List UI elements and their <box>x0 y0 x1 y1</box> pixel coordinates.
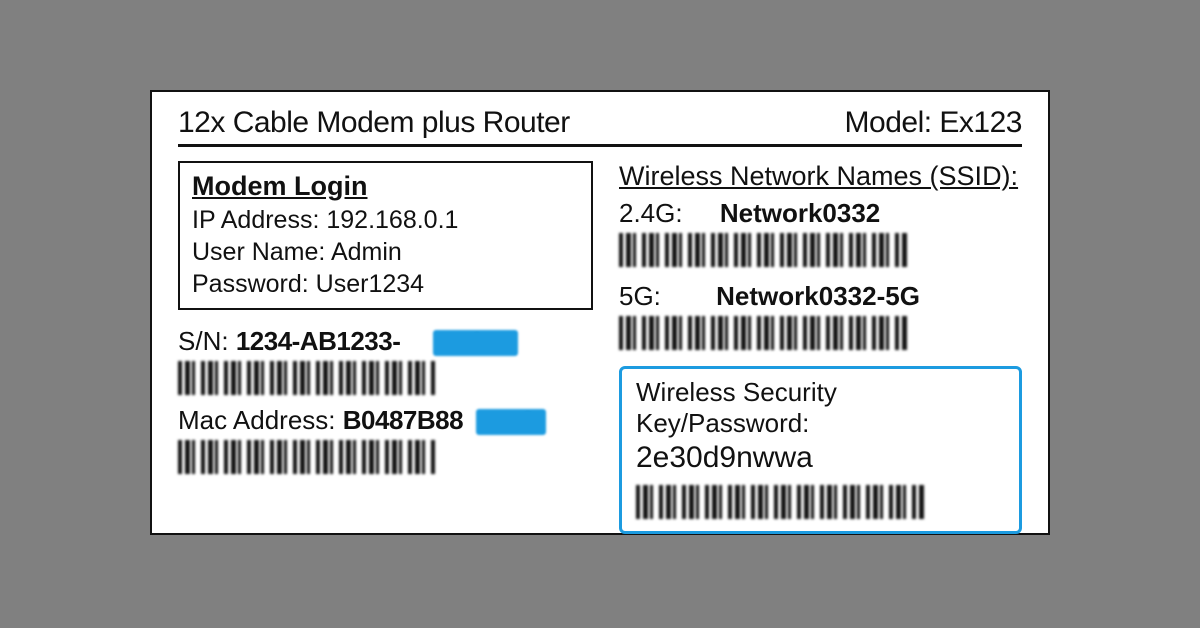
user-row: User Name: Admin <box>192 236 579 268</box>
band-24-barcode <box>619 233 909 267</box>
model: Model: Ex123 <box>845 106 1022 140</box>
model-value: Ex123 <box>939 106 1022 139</box>
product-name: 12x Cable Modem plus Router <box>178 106 570 140</box>
mac-redaction <box>476 409 546 435</box>
band-24-value: Network0332 <box>720 198 880 229</box>
password-value: User1234 <box>316 270 424 298</box>
mac-row: Mac Address: B0487B88 C <box>178 405 593 436</box>
mac-barcode <box>178 440 438 474</box>
user-value: Admin <box>331 238 402 266</box>
label-header: 12x Cable Modem plus Router Model: Ex123 <box>178 106 1022 147</box>
serial-value: 1234-AB1233- <box>236 326 401 356</box>
serial-redaction <box>433 330 518 356</box>
security-key-barcode <box>636 485 926 519</box>
band-5-label: 5G: <box>619 281 661 311</box>
modem-login-box: Modem Login IP Address: 192.168.0.1 User… <box>178 161 593 310</box>
security-key-box: Wireless Security Key/Password: 2e30d9nw… <box>619 366 1022 534</box>
model-label: Model: <box>845 106 932 139</box>
user-label: User Name: <box>192 238 325 266</box>
modem-login-title: Modem Login <box>192 169 579 204</box>
serial-row: S/N: 1234-AB1233- 0 <box>178 326 593 357</box>
security-key-value: 2e30d9nwwa <box>636 441 1005 475</box>
ip-row: IP Address: 192.168.0.1 <box>192 204 579 236</box>
mac-value: B0487B88 <box>343 405 463 435</box>
security-key-title: Wireless Security Key/Password: <box>636 377 1005 439</box>
band-24-label: 2.4G: <box>619 198 683 228</box>
band-5-barcode <box>619 316 909 350</box>
band-5-row: 5G: Network0332-5G <box>619 281 1022 312</box>
modem-label-sticker: 12x Cable Modem plus Router Model: Ex123… <box>150 90 1050 535</box>
serial-barcode <box>178 361 438 395</box>
password-row: Password: User1234 <box>192 268 579 300</box>
band-5-value: Network0332-5G <box>716 281 920 312</box>
serial-label: S/N: <box>178 326 229 356</box>
mac-label: Mac Address: <box>178 405 336 435</box>
ip-label: IP Address: <box>192 206 319 234</box>
password-label: Password: <box>192 270 309 298</box>
ssid-title: Wireless Network Names (SSID): <box>619 161 1022 192</box>
ip-value: 192.168.0.1 <box>326 206 458 234</box>
band-24-row: 2.4G: Network0332 <box>619 198 1022 229</box>
